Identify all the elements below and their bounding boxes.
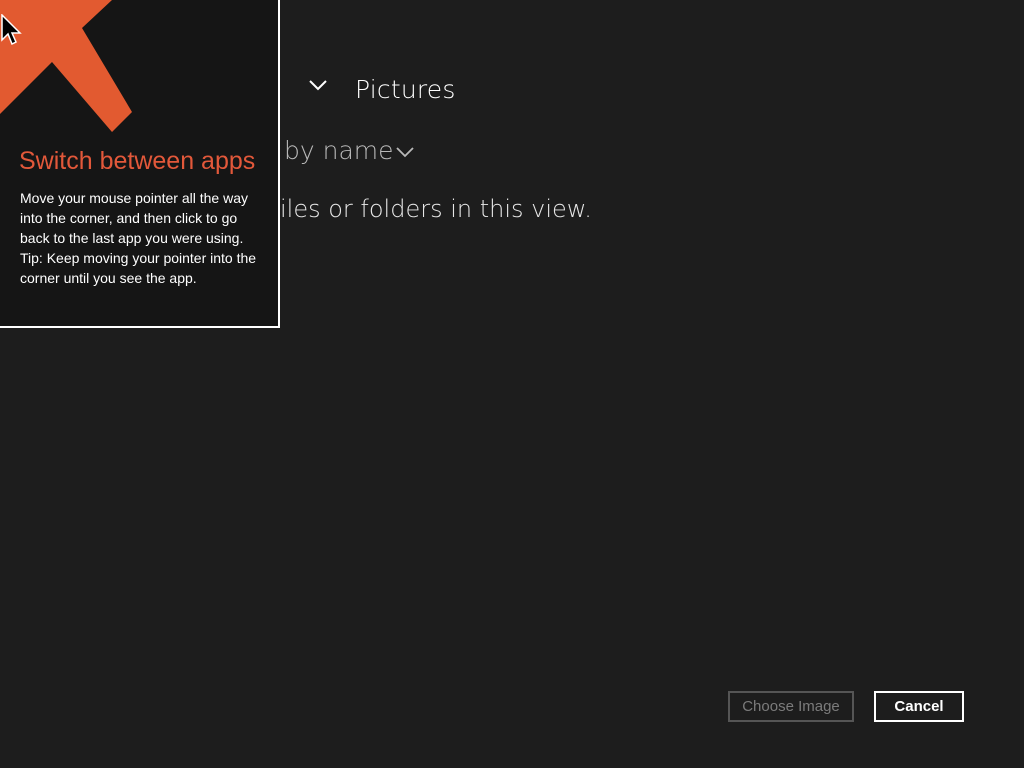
- mouse-pointer-icon: [1, 14, 22, 46]
- cancel-button[interactable]: Cancel: [874, 691, 964, 722]
- tip-title: Switch between apps: [19, 147, 256, 175]
- empty-view-message: iles or folders in this view.: [280, 195, 592, 223]
- tip-hint: Tip: Keep moving your pointer into the c…: [20, 250, 257, 286]
- tip-instruction: Move your mouse pointer all the way into…: [20, 190, 248, 246]
- choose-image-button[interactable]: Choose Image: [728, 691, 854, 722]
- file-picker-screen: C Pictures by name iles or folders in th…: [0, 0, 1024, 768]
- chevron-down-icon[interactable]: [308, 78, 328, 92]
- chevron-down-icon[interactable]: [395, 146, 415, 158]
- tip-body: Move your mouse pointer all the way into…: [20, 188, 265, 288]
- location-dropdown[interactable]: Pictures: [355, 75, 456, 104]
- switch-apps-tip-panel: Switch between apps Move your mouse poin…: [0, 0, 280, 328]
- sort-dropdown[interactable]: by name: [284, 136, 394, 165]
